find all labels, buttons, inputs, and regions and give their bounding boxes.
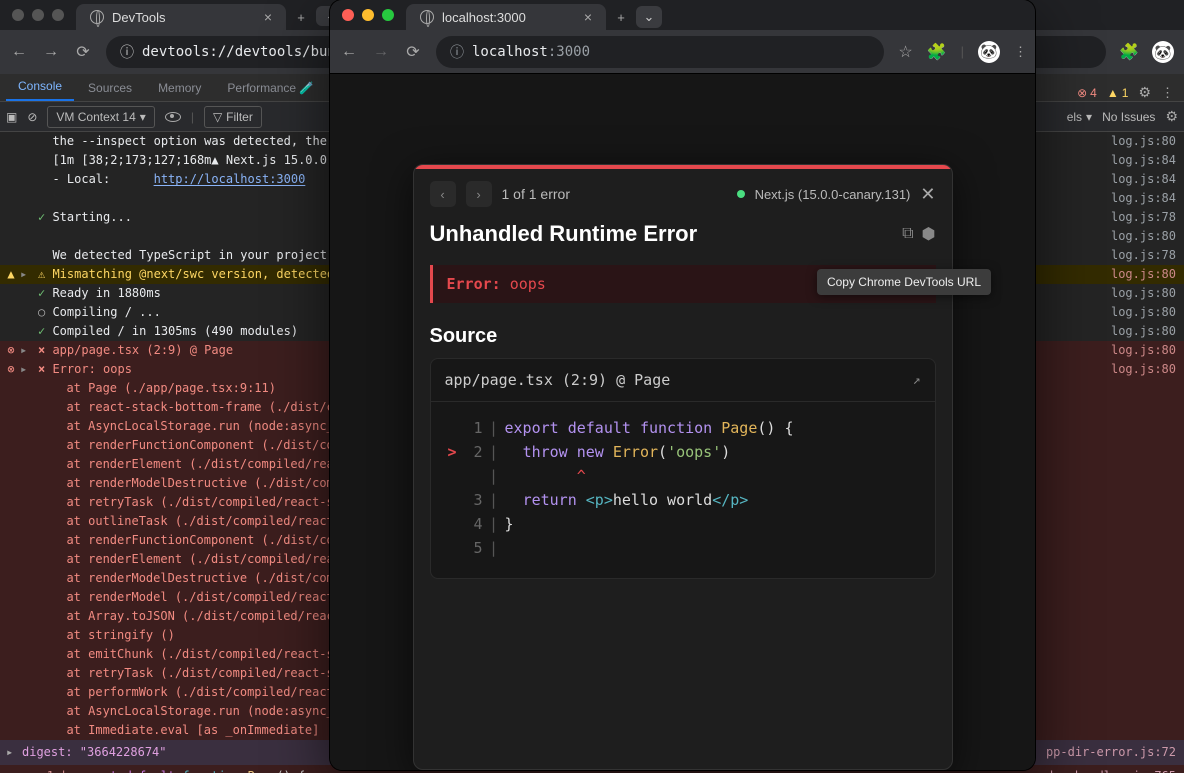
info-icon: ⓘ bbox=[450, 42, 464, 62]
source-section-title: Source bbox=[414, 321, 952, 358]
error-text: oops bbox=[501, 275, 546, 293]
error-label: Error: bbox=[447, 275, 501, 293]
overlay-title: Unhandled Runtime Error bbox=[430, 221, 895, 247]
overlay-title-row: Unhandled Runtime Error ⧉ ⬢ bbox=[414, 219, 952, 257]
source-header: app/page.tsx (2:9) @ Page ↗ bbox=[431, 359, 935, 402]
globe-icon bbox=[90, 10, 104, 24]
kebab-icon[interactable]: ⋮ bbox=[1161, 85, 1172, 101]
code-line: 3| return <p>hello world</p> bbox=[431, 488, 935, 512]
new-tab-button[interactable]: + bbox=[606, 4, 636, 30]
version-label: Next.js (15.0.0-canary.131) bbox=[755, 187, 911, 202]
close-overlay-icon[interactable]: ✕ bbox=[920, 184, 935, 205]
error-count-label: 1 of 1 error bbox=[502, 186, 570, 202]
fg-tab-localhost[interactable]: localhost:3000 × bbox=[406, 4, 606, 30]
kebab-icon[interactable]: ⋮ bbox=[1014, 44, 1025, 60]
error-overlay-card: ‹ › 1 of 1 error Next.js (15.0.0-canary.… bbox=[413, 164, 953, 770]
next-error-button[interactable]: › bbox=[466, 181, 492, 207]
fg-tabstrip: localhost:3000 × + ⌄ bbox=[330, 0, 1035, 30]
new-tab-button[interactable]: + bbox=[286, 4, 316, 30]
log-levels-selector[interactable]: els ▾ bbox=[1067, 110, 1092, 124]
gear-icon[interactable]: ⚙ bbox=[1138, 84, 1151, 101]
bg-url-text: devtools://devtools/bundl bbox=[142, 44, 353, 60]
clear-console-icon[interactable]: ⊘ bbox=[27, 110, 37, 124]
page-body: ‹ › 1 of 1 error Next.js (15.0.0-canary.… bbox=[330, 74, 1035, 770]
close-tab-icon[interactable]: × bbox=[584, 9, 592, 25]
node-icon[interactable]: ⬢ bbox=[922, 224, 936, 244]
bg-tab-devtools[interactable]: DevTools × bbox=[76, 4, 286, 30]
fg-url-bar[interactable]: ⓘ localhost:3000 bbox=[436, 36, 884, 68]
bookmark-icon[interactable]: ☆ bbox=[898, 42, 912, 62]
back-icon[interactable]: ← bbox=[340, 43, 358, 61]
source-panel: app/page.tsx (2:9) @ Page ↗ 1|export def… bbox=[430, 358, 936, 579]
code-line: 1|export default function Page() { bbox=[431, 416, 935, 440]
tab-performance[interactable]: Performance 🧪 bbox=[215, 75, 326, 101]
live-expression-icon[interactable] bbox=[165, 112, 181, 122]
traffic-light-close[interactable] bbox=[342, 9, 354, 21]
context-selector[interactable]: VM Context 14▾ bbox=[47, 106, 154, 128]
localhost-link[interactable]: http://localhost:3000 bbox=[154, 172, 306, 186]
back-icon[interactable]: ← bbox=[10, 43, 28, 61]
code-line: | ^ bbox=[431, 464, 935, 488]
error-count-badge[interactable]: ⊗ 4 bbox=[1077, 86, 1097, 100]
prev-error-button[interactable]: ‹ bbox=[430, 181, 456, 207]
avatar-icon[interactable]: 🐼 bbox=[1152, 41, 1174, 63]
copy-url-icon[interactable]: ⧉ bbox=[902, 225, 913, 243]
source-code: 1|export default function Page() {>2| th… bbox=[431, 402, 935, 578]
code-line: 5| bbox=[431, 536, 935, 560]
tab-memory[interactable]: Memory bbox=[146, 75, 213, 101]
copy-url-tooltip: Copy Chrome DevTools URL bbox=[817, 269, 991, 295]
traffic-light-max[interactable] bbox=[382, 9, 394, 21]
sidebar-toggle-icon[interactable]: ▣ bbox=[6, 110, 17, 124]
status-dot-icon bbox=[737, 190, 745, 198]
bg-tab-title: DevTools bbox=[112, 10, 165, 25]
extensions-icon[interactable]: 🧩 bbox=[927, 42, 947, 62]
traffic-light-min[interactable] bbox=[32, 9, 44, 21]
traffic-light-min[interactable] bbox=[362, 9, 374, 21]
fg-nav-row: ← → ⟳ ⓘ localhost:3000 ☆ 🧩 | 🐼 ⋮ bbox=[330, 30, 1035, 74]
traffic-light-close[interactable] bbox=[12, 9, 24, 21]
warning-count-badge[interactable]: ▲ 1 bbox=[1107, 86, 1129, 100]
tab-sources[interactable]: Sources bbox=[76, 75, 144, 101]
overlay-nav: ‹ › 1 of 1 error Next.js (15.0.0-canary.… bbox=[414, 169, 952, 219]
traffic-lights bbox=[0, 0, 76, 30]
info-icon: ⓘ bbox=[120, 42, 134, 62]
forward-icon[interactable]: → bbox=[42, 43, 60, 61]
code-line: >2| throw new Error('oops') bbox=[431, 440, 935, 464]
fg-tab-title: localhost:3000 bbox=[442, 10, 526, 25]
foreground-browser: localhost:3000 × + ⌄ ← → ⟳ ⓘ localhost:3… bbox=[330, 0, 1035, 770]
avatar-icon[interactable]: 🐼 bbox=[978, 41, 1000, 63]
filter-input[interactable]: ▽ Filter bbox=[204, 106, 262, 128]
reload-icon[interactable]: ⟳ bbox=[74, 43, 92, 61]
reload-icon[interactable]: ⟳ bbox=[404, 43, 422, 61]
close-tab-icon[interactable]: × bbox=[264, 9, 272, 25]
extensions-icon[interactable]: 🧩 bbox=[1120, 43, 1138, 61]
open-external-icon[interactable]: ↗ bbox=[913, 373, 921, 388]
forward-icon[interactable]: → bbox=[372, 43, 390, 61]
globe-icon bbox=[420, 10, 434, 24]
no-issues-label[interactable]: No Issues bbox=[1102, 110, 1155, 124]
tab-console[interactable]: Console bbox=[6, 73, 74, 101]
fg-traffic-lights bbox=[330, 0, 406, 30]
traffic-light-max[interactable] bbox=[52, 9, 64, 21]
console-settings-icon[interactable]: ⚙ bbox=[1165, 108, 1178, 125]
source-location: app/page.tsx (2:9) @ Page bbox=[445, 371, 671, 389]
code-line: 4|} bbox=[431, 512, 935, 536]
filter-icon: ▽ bbox=[213, 110, 222, 124]
tab-list-chevron-icon[interactable]: ⌄ bbox=[636, 6, 662, 28]
